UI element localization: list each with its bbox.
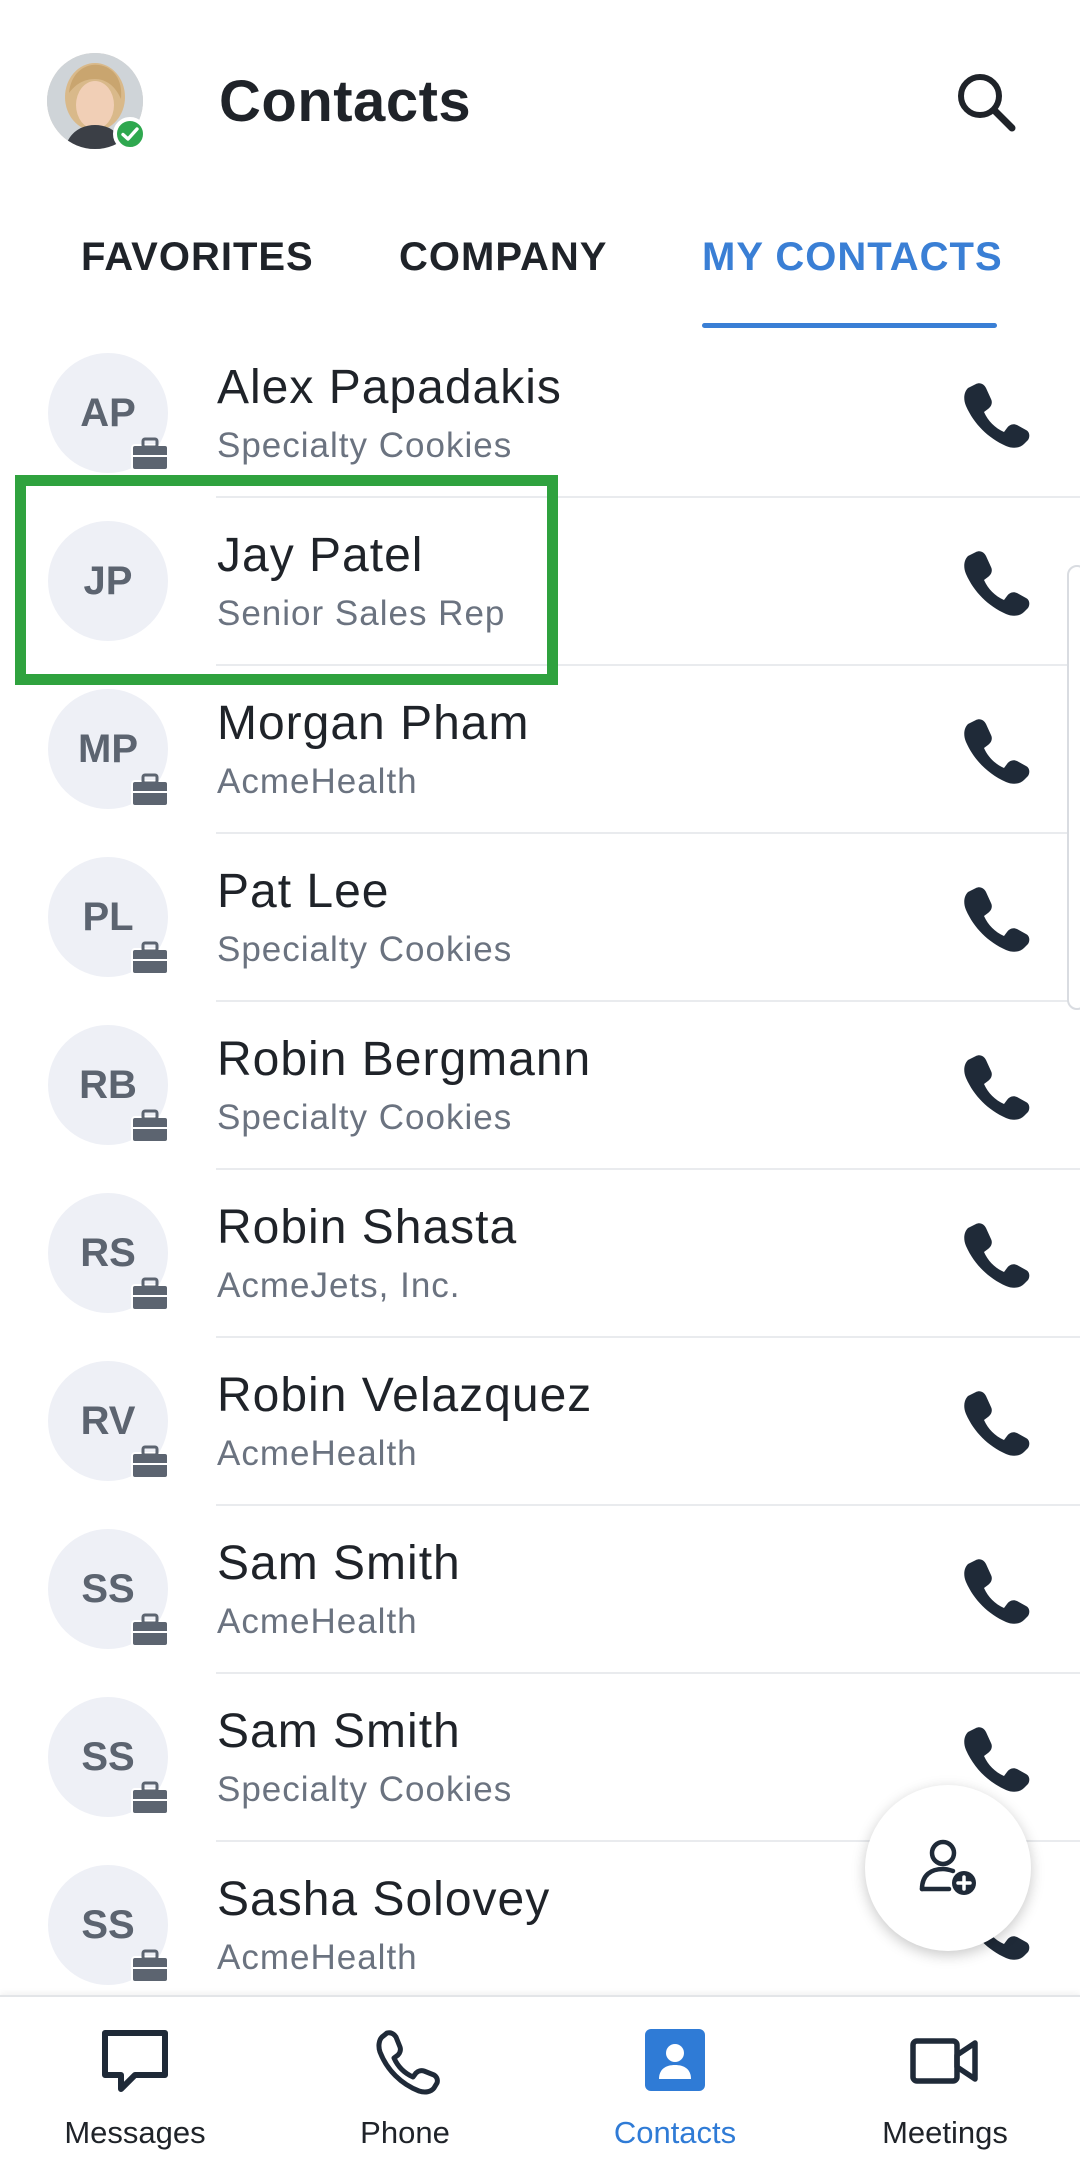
briefcase-icon: [131, 1277, 169, 1311]
contact-name: Robin Velazquez: [217, 1369, 593, 1422]
contacts-tabs: FAVORITES COMPANY MY CONTACTS: [0, 225, 1080, 330]
contact-name: Sam Smith: [217, 1705, 461, 1758]
bottom-navigation: Messages Phone Contacts Meetings: [0, 1995, 1080, 2165]
contact-company: Specialty Cookies: [217, 1770, 513, 1809]
call-icon[interactable]: [958, 712, 1030, 784]
nav-meetings[interactable]: Meetings: [810, 1997, 1080, 2165]
contact-row[interactable]: RB Robin Bergmann Specialty Cookies: [0, 1002, 1080, 1170]
nav-messages[interactable]: Messages: [0, 1997, 270, 2165]
active-tab-indicator: [702, 323, 997, 328]
contact-company: Specialty Cookies: [217, 1098, 513, 1137]
contact-company: AcmeJets, Inc.: [217, 1266, 461, 1305]
contact-row[interactable]: PL Pat Lee Specialty Cookies: [0, 834, 1080, 1002]
nav-contacts[interactable]: Contacts: [540, 1997, 810, 2165]
nav-label: Messages: [64, 2115, 206, 2150]
briefcase-icon: [131, 1949, 169, 1983]
tab-my-contacts[interactable]: MY CONTACTS: [702, 235, 1003, 280]
call-icon[interactable]: [958, 544, 1030, 616]
contact-company: AcmeHealth: [217, 1434, 418, 1473]
call-icon[interactable]: [958, 1552, 1030, 1624]
contact-company: AcmeHealth: [217, 1602, 418, 1641]
contact-name: Pat Lee: [217, 865, 390, 918]
app-header: Contacts: [0, 0, 1080, 205]
page-title: Contacts: [219, 69, 472, 134]
contact-name: Sam Smith: [217, 1537, 461, 1590]
contact-company: AcmeHealth: [217, 762, 418, 801]
nav-label: Meetings: [882, 2115, 1008, 2150]
contact-row[interactable]: MP Morgan Pham AcmeHealth: [0, 666, 1080, 834]
tab-favorites[interactable]: FAVORITES: [81, 235, 314, 280]
presence-available-icon: [113, 117, 147, 151]
contact-company: Specialty Cookies: [217, 426, 513, 465]
contact-company: Specialty Cookies: [217, 930, 513, 969]
scrollbar-thumb[interactable]: [1067, 565, 1080, 1010]
contact-row[interactable]: RS Robin Shasta AcmeJets, Inc.: [0, 1170, 1080, 1338]
call-icon[interactable]: [958, 376, 1030, 448]
contacts-icon: [645, 2029, 705, 2091]
add-contact-button[interactable]: [865, 1785, 1031, 1951]
briefcase-icon: [131, 1445, 169, 1479]
contact-name: Robin Shasta: [217, 1201, 518, 1254]
search-icon[interactable]: [950, 66, 1022, 138]
call-icon[interactable]: [958, 880, 1030, 952]
contact-row[interactable]: AP Alex Papadakis Specialty Cookies: [0, 330, 1080, 498]
call-icon[interactable]: [958, 1216, 1030, 1288]
briefcase-icon: [131, 1613, 169, 1647]
contact-company: AcmeHealth: [217, 1938, 418, 1977]
nav-label: Phone: [360, 2115, 450, 2150]
briefcase-icon: [131, 437, 169, 471]
call-icon[interactable]: [958, 1384, 1030, 1456]
selection-highlight: [15, 475, 558, 685]
phone-icon: [376, 2030, 440, 2095]
video-camera-icon: [910, 2038, 978, 2084]
call-icon[interactable]: [958, 1048, 1030, 1120]
contact-name: Alex Papadakis: [217, 361, 562, 414]
add-person-icon: [919, 1839, 976, 1895]
briefcase-icon: [131, 1109, 169, 1143]
message-icon: [102, 2030, 168, 2092]
nav-label: Contacts: [613, 2115, 737, 2150]
contact-name: Morgan Pham: [217, 697, 530, 750]
nav-phone[interactable]: Phone: [270, 1997, 540, 2165]
contact-row[interactable]: RV Robin Velazquez AcmeHealth: [0, 1338, 1080, 1506]
briefcase-icon: [131, 1781, 169, 1815]
briefcase-icon: [131, 941, 169, 975]
briefcase-icon: [131, 773, 169, 807]
user-avatar-button[interactable]: [47, 53, 147, 151]
contact-name: Robin Bergmann: [217, 1033, 592, 1086]
tab-company[interactable]: COMPANY: [399, 235, 607, 280]
call-icon[interactable]: [958, 1720, 1030, 1792]
contact-name: Sasha Solovey: [217, 1873, 551, 1926]
contact-row[interactable]: SS Sam Smith AcmeHealth: [0, 1506, 1080, 1674]
